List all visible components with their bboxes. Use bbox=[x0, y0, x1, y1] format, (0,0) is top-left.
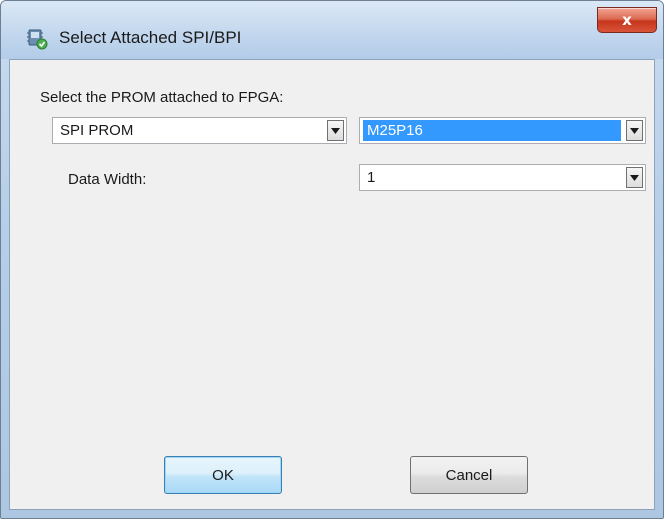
chevron-down-icon[interactable] bbox=[626, 167, 643, 188]
chevron-down-icon[interactable] bbox=[327, 120, 344, 141]
prom-prompt-label: Select the PROM attached to FPGA: bbox=[40, 89, 284, 106]
prom-chip-icon bbox=[25, 27, 49, 51]
close-icon: x bbox=[622, 11, 632, 29]
dialog-window: Select Attached SPI/BPI x Select the PRO… bbox=[0, 0, 664, 519]
prom-type-dropdown[interactable]: SPI PROM bbox=[52, 117, 347, 144]
close-button[interactable]: x bbox=[597, 7, 657, 33]
ok-button[interactable]: OK bbox=[164, 456, 282, 494]
prom-type-value: SPI PROM bbox=[60, 122, 134, 139]
dialog-content: Select the PROM attached to FPGA: SPI PR… bbox=[9, 59, 655, 510]
data-width-value: 1 bbox=[367, 169, 376, 186]
title-bar[interactable]: Select Attached SPI/BPI x bbox=[1, 1, 663, 59]
prom-part-dropdown[interactable]: M25P16 bbox=[359, 117, 646, 144]
window-title: Select Attached SPI/BPI bbox=[59, 28, 242, 47]
data-width-label: Data Width: bbox=[68, 171, 147, 188]
prom-part-value: M25P16 bbox=[363, 120, 621, 141]
chevron-down-icon[interactable] bbox=[626, 120, 643, 141]
cancel-button[interactable]: Cancel bbox=[410, 456, 528, 494]
data-width-dropdown[interactable]: 1 bbox=[359, 164, 646, 191]
